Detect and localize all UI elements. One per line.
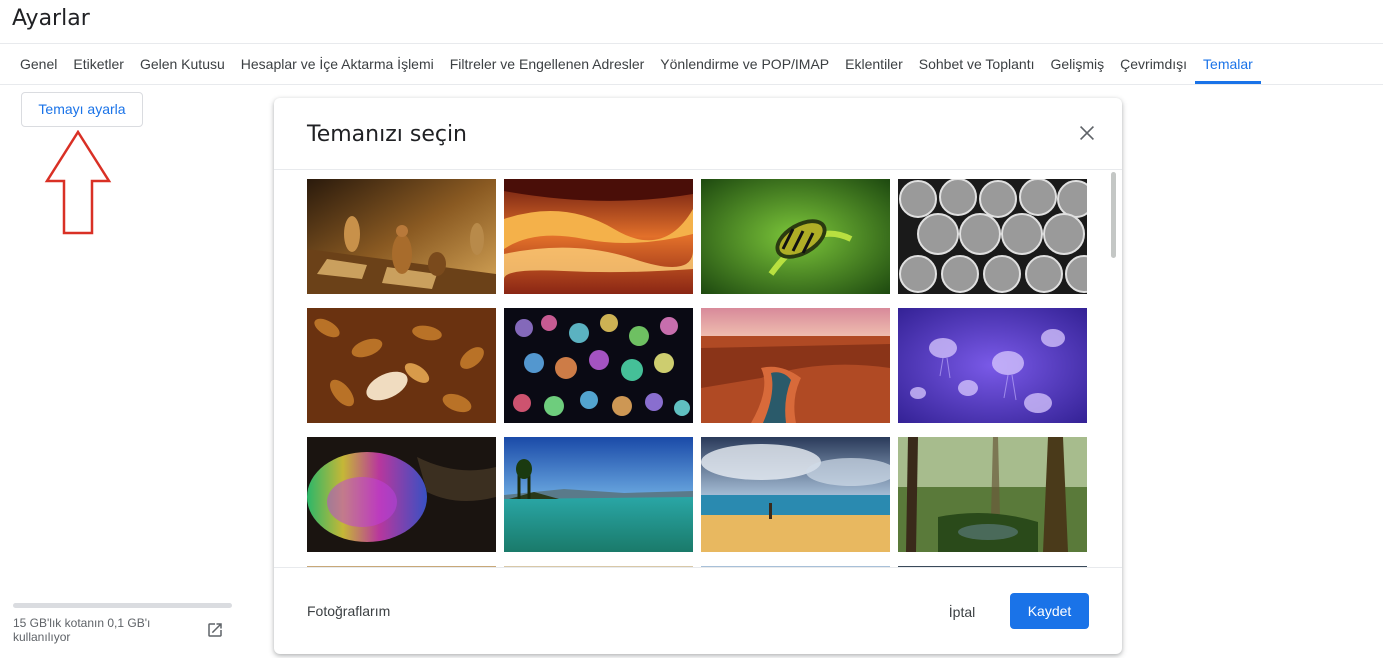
- bokeh-image: [504, 308, 693, 423]
- tab-filtreler[interactable]: Filtreler ve Engellenen Adresler: [442, 44, 653, 84]
- save-button[interactable]: Kaydet: [1010, 593, 1089, 629]
- canyon-image: [504, 179, 693, 294]
- theme-thumbnail-canyon[interactable]: [504, 179, 693, 294]
- forest-image: [898, 437, 1087, 552]
- set-theme-button[interactable]: Temayı ayarla: [21, 92, 143, 127]
- rainbow-bubble-image: [307, 437, 496, 552]
- dialog-header: Temanızı seçin: [274, 98, 1122, 170]
- theme-grid: [274, 170, 1122, 567]
- tab-sohbet[interactable]: Sohbet ve Toplantı: [911, 44, 1043, 84]
- theme-thumbnail-leaves[interactable]: [307, 308, 496, 423]
- tab-cevrimdisi[interactable]: Çevrimdışı: [1112, 44, 1195, 84]
- lake-island-image: [504, 437, 693, 552]
- tab-gelismis[interactable]: Gelişmiş: [1042, 44, 1112, 84]
- tab-gelen-kutusu[interactable]: Gelen Kutusu: [132, 44, 233, 84]
- dialog-title: Temanızı seçin: [307, 122, 468, 147]
- storage-info: 15 GB'lık kotanın 0,1 GB'ı kullanılıyor: [13, 603, 233, 644]
- storage-bar: [13, 603, 232, 608]
- scrollbar-thumb[interactable]: [1111, 172, 1116, 258]
- open-external-icon[interactable]: [206, 621, 224, 639]
- theme-thumbnail-desert-river[interactable]: [701, 308, 890, 423]
- storage-text: 15 GB'lık kotanın 0,1 GB'ı kullanılıyor: [13, 616, 151, 644]
- theme-thumbnail-pipes[interactable]: [898, 179, 1087, 294]
- theme-thumbnail-chess[interactable]: [307, 179, 496, 294]
- my-photos-link[interactable]: Fotoğraflarım: [307, 603, 390, 619]
- tab-eklentiler[interactable]: Eklentiler: [837, 44, 911, 84]
- leaves-image: [307, 308, 496, 423]
- theme-thumbnail-lake-island[interactable]: [504, 437, 693, 552]
- theme-thumbnail-jellyfish[interactable]: [898, 308, 1087, 423]
- tab-genel[interactable]: Genel: [12, 44, 65, 84]
- tab-hesaplar[interactable]: Hesaplar ve İçe Aktarma İşlemi: [233, 44, 442, 84]
- theme-thumbnail-forest[interactable]: [898, 437, 1087, 552]
- settings-page: Ayarlar Genel Etiketler Gelen Kutusu Hes…: [0, 0, 1383, 658]
- tab-yonlendirme[interactable]: Yönlendirme ve POP/IMAP: [652, 44, 837, 84]
- tab-temalar[interactable]: Temalar: [1195, 44, 1261, 84]
- tab-etiketler[interactable]: Etiketler: [65, 44, 132, 84]
- chess-image: [307, 179, 496, 294]
- settings-tabs: Genel Etiketler Gelen Kutusu Hesaplar ve…: [12, 44, 1261, 84]
- page-title: Ayarlar: [12, 6, 90, 31]
- theme-thumbnail-rainbow-bubble[interactable]: [307, 437, 496, 552]
- divider: [0, 84, 1383, 85]
- theme-dialog: Temanızı seçin Fotoğraflarım İptal Kayde…: [274, 98, 1122, 654]
- theme-thumbnail-bokeh[interactable]: [504, 308, 693, 423]
- scrollbar[interactable]: [1109, 170, 1118, 567]
- close-icon[interactable]: [1076, 122, 1098, 144]
- caterpillar-image: [701, 179, 890, 294]
- desert-river-image: [701, 308, 890, 423]
- theme-thumbnail-beach[interactable]: [701, 437, 890, 552]
- theme-thumbnail-caterpillar[interactable]: [701, 179, 890, 294]
- up-arrow-icon: [44, 130, 112, 235]
- cancel-button[interactable]: İptal: [936, 594, 988, 630]
- divider: [274, 567, 1122, 568]
- pipes-image: [898, 179, 1087, 294]
- jellyfish-image: [898, 308, 1087, 423]
- beach-image: [701, 437, 890, 552]
